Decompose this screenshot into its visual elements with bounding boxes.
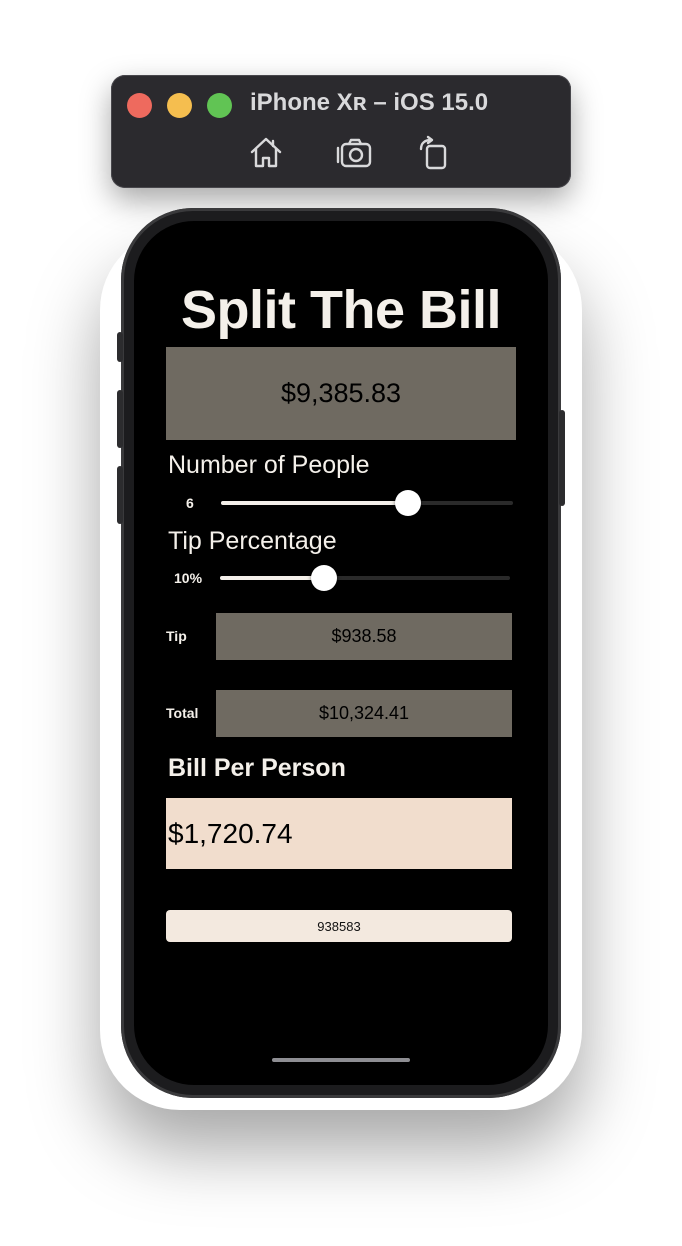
zoom-window-button[interactable] (207, 93, 232, 118)
people-slider-thumb[interactable] (394, 490, 421, 516)
people-label: Number of People (168, 451, 370, 479)
tip-percentage-value: 10% (174, 570, 203, 586)
per-person-label: Bill Per Person (168, 754, 346, 782)
volume-down-button (117, 466, 123, 524)
tip-slider-fill (220, 576, 325, 580)
volume-up-button (117, 390, 123, 448)
tip-slider[interactable] (220, 565, 510, 591)
screenshot-icon[interactable] (335, 135, 373, 171)
phone-screen: Split The Bill $9,385.83 Number of Peopl… (134, 221, 548, 1085)
people-value: 6 (186, 495, 194, 511)
simulator-title: iPhone Xʀ – iOS 15.0 (250, 89, 489, 116)
people-slider-fill (221, 501, 408, 505)
bill-amount-field[interactable]: $9,385.83 (166, 347, 516, 440)
total-amount-field: $10,324.41 (216, 690, 512, 737)
home-indicator[interactable] (272, 1058, 410, 1062)
people-slider[interactable] (221, 490, 513, 516)
total-label: Total (166, 705, 199, 721)
app-title: Split The Bill (180, 280, 502, 340)
per-person-amount: $1,720.74 (166, 798, 512, 869)
simulator-stage: iPhone Xʀ – iOS 15.0 Split The Bill $9,3… (0, 0, 682, 1246)
tip-slider-thumb[interactable] (311, 565, 338, 591)
simulator-toolbar: iPhone Xʀ – iOS 15.0 (111, 75, 571, 188)
power-button (559, 410, 565, 506)
tip-percentage-label: Tip Percentage (168, 527, 337, 555)
close-window-button[interactable] (127, 93, 152, 118)
home-icon[interactable] (247, 135, 285, 171)
tip-label: Tip (166, 628, 187, 644)
code-button[interactable]: 938583 (166, 910, 512, 942)
mute-switch (117, 332, 123, 362)
rotate-icon[interactable] (415, 135, 453, 171)
tip-amount-field: $938.58 (216, 613, 512, 660)
minimize-window-button[interactable] (167, 93, 192, 118)
